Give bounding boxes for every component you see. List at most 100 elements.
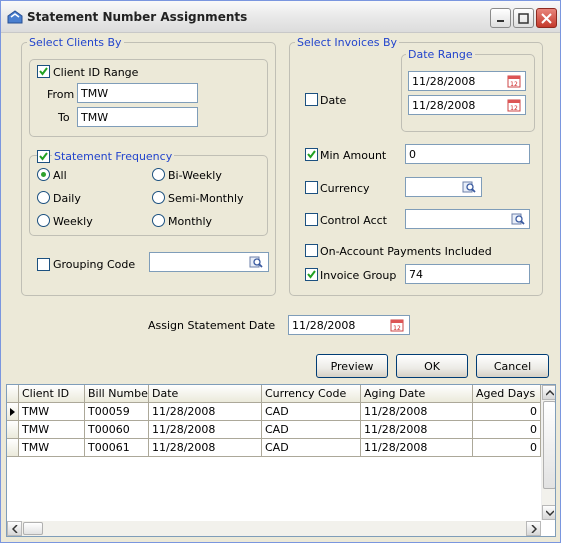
radio-bi-weekly-label: Bi-Weekly	[168, 169, 222, 182]
from-input[interactable]: TMW	[77, 83, 198, 103]
radio-bi-weekly[interactable]	[152, 168, 165, 181]
client-id-range-label: Client ID Range	[53, 66, 139, 79]
vertical-scrollbar[interactable]	[541, 385, 555, 520]
cell-client-id[interactable]: TMW	[19, 421, 85, 439]
statement-frequency-legend: Statement Frequency	[52, 150, 175, 163]
radio-weekly[interactable]	[37, 214, 50, 227]
maximize-button[interactable]	[513, 8, 534, 28]
to-input[interactable]: TMW	[77, 107, 198, 127]
arrow-down-icon	[545, 509, 554, 516]
scroll-left-button[interactable]	[7, 521, 22, 536]
client-id-range-checkbox[interactable]	[37, 65, 50, 78]
maximize-icon	[518, 12, 529, 24]
radio-monthly[interactable]	[152, 214, 165, 227]
column-header-currency-code[interactable]: Currency Code	[262, 385, 361, 403]
lookup-icon[interactable]	[511, 212, 525, 226]
grouping-code-label: Grouping Code	[53, 258, 136, 271]
date-label: Date	[320, 94, 347, 107]
cell-aging-date[interactable]: 11/28/2008	[361, 439, 473, 457]
column-header-date[interactable]: Date	[149, 385, 262, 403]
calendar-icon[interactable]: 12	[390, 318, 404, 332]
cancel-button[interactable]: Cancel	[476, 354, 549, 378]
control-acct-checkbox[interactable]	[305, 213, 318, 226]
cell-date[interactable]: 11/28/2008	[149, 439, 262, 457]
preview-button[interactable]: Preview	[316, 354, 388, 378]
invoice-group-input[interactable]: 74	[405, 264, 530, 284]
cell-aging-date[interactable]: 11/28/2008	[361, 421, 473, 439]
vertical-scroll-thumb[interactable]	[543, 401, 555, 489]
close-icon	[541, 12, 552, 24]
select-invoices-legend: Select Invoices By	[295, 36, 400, 49]
row-selector[interactable]	[7, 421, 19, 439]
svg-text:12: 12	[393, 325, 401, 332]
minimize-icon	[497, 19, 504, 22]
cell-aged-days[interactable]: 0	[473, 403, 541, 421]
table-row[interactable]: TMW T00060 11/28/2008 CAD 11/28/2008 0	[7, 421, 541, 439]
date-range-group	[401, 54, 535, 132]
horizontal-scrollbar[interactable]	[7, 521, 541, 536]
app-icon	[7, 10, 23, 24]
cell-client-id[interactable]: TMW	[19, 439, 85, 457]
currency-checkbox[interactable]	[305, 181, 318, 194]
arrow-left-icon	[11, 524, 18, 533]
table-row[interactable]: TMW T00059 11/28/2008 CAD 11/28/2008 0	[7, 403, 541, 421]
column-header-aged-days[interactable]: Aged Days	[473, 385, 541, 403]
scroll-up-button[interactable]	[542, 385, 555, 400]
control-acct-label: Control Acct	[320, 214, 387, 227]
arrow-up-icon	[545, 389, 554, 396]
close-button[interactable]	[536, 8, 557, 28]
cell-currency-code[interactable]: CAD	[262, 421, 361, 439]
radio-semi-monthly[interactable]	[152, 191, 165, 204]
select-clients-legend: Select Clients By	[27, 36, 124, 49]
lookup-icon[interactable]	[249, 255, 263, 269]
title-bar[interactable]: Statement Number Assignments	[1, 1, 560, 33]
date-range-legend: Date Range	[406, 48, 475, 61]
invoice-group-checkbox[interactable]	[305, 268, 318, 281]
window-title: Statement Number Assignments	[27, 10, 248, 24]
row-selector[interactable]	[7, 403, 19, 421]
column-header-client-id[interactable]: Client ID	[19, 385, 85, 403]
horizontal-scroll-thumb[interactable]	[23, 522, 43, 535]
radio-daily[interactable]	[37, 191, 50, 204]
cell-currency-code[interactable]: CAD	[262, 439, 361, 457]
cell-aged-days[interactable]: 0	[473, 439, 541, 457]
ok-button[interactable]: OK	[396, 354, 468, 378]
cell-aging-date[interactable]: 11/28/2008	[361, 403, 473, 421]
column-header-bill-number[interactable]: Bill Number	[85, 385, 149, 403]
statement-frequency-checkbox[interactable]	[37, 150, 50, 163]
minimize-button[interactable]	[490, 8, 511, 28]
min-amount-input[interactable]: 0	[405, 144, 530, 164]
calendar-icon[interactable]: 12	[507, 98, 521, 112]
column-header-aging-date[interactable]: Aging Date	[361, 385, 473, 403]
scroll-down-button[interactable]	[542, 505, 555, 520]
calendar-icon[interactable]: 12	[507, 74, 521, 88]
grid-header: Client ID Bill Number Date Currency Code…	[7, 385, 555, 403]
radio-daily-label: Daily	[53, 192, 81, 205]
cell-date[interactable]: 11/28/2008	[149, 403, 262, 421]
statement-dialog: Statement Number Assignments Select Clie…	[0, 0, 561, 543]
min-amount-checkbox[interactable]	[305, 148, 318, 161]
scroll-right-button[interactable]	[526, 521, 541, 536]
checkmark-icon	[39, 67, 48, 76]
cell-bill-number[interactable]: T00061	[85, 439, 149, 457]
cell-bill-number[interactable]: T00060	[85, 421, 149, 439]
radio-monthly-label: Monthly	[168, 215, 213, 228]
radio-selected-dot	[41, 172, 46, 177]
lookup-icon[interactable]	[462, 180, 476, 194]
cell-aged-days[interactable]: 0	[473, 421, 541, 439]
grouping-code-checkbox[interactable]	[37, 258, 50, 271]
from-label: From	[47, 88, 75, 101]
current-row-arrow-icon	[10, 408, 15, 416]
checkmark-icon	[39, 152, 48, 161]
radio-all[interactable]	[37, 168, 50, 181]
date-checkbox[interactable]	[305, 93, 318, 106]
cell-currency-code[interactable]: CAD	[262, 403, 361, 421]
invoice-group-label: Invoice Group	[320, 269, 397, 282]
cell-date[interactable]: 11/28/2008	[149, 421, 262, 439]
row-selector[interactable]	[7, 439, 19, 457]
currency-label: Currency	[320, 182, 370, 195]
on-account-checkbox[interactable]	[305, 244, 318, 257]
cell-bill-number[interactable]: T00059	[85, 403, 149, 421]
table-row[interactable]: TMW T00061 11/28/2008 CAD 11/28/2008 0	[7, 439, 541, 457]
cell-client-id[interactable]: TMW	[19, 403, 85, 421]
